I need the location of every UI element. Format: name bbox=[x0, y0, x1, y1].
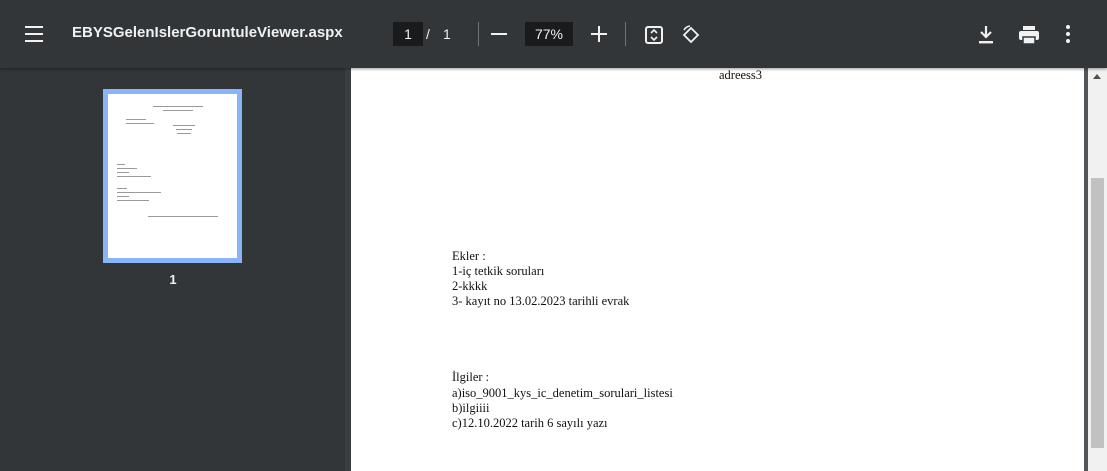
rotate-icon[interactable] bbox=[680, 24, 702, 46]
thumbnail-text-line bbox=[117, 192, 161, 193]
ekler-item: 3- kayıt no 13.02.2023 tarihli evrak bbox=[452, 294, 630, 308]
thumbnail-text-line bbox=[176, 129, 192, 130]
thumbnail-page-label: 1 bbox=[169, 272, 177, 287]
toolbar-divider bbox=[478, 22, 479, 46]
thumbnail-text-line bbox=[148, 216, 218, 217]
fit-page-icon[interactable] bbox=[644, 25, 664, 45]
ilgiler-item: a)iso_9001_kys_ic_denetim_sorulari_liste… bbox=[452, 386, 673, 400]
zoom-level-input[interactable]: 77% bbox=[525, 22, 573, 46]
thumbnail-text-line bbox=[117, 188, 127, 189]
ekler-heading: Ekler : bbox=[452, 249, 486, 263]
ilgiler-item: c)12.10.2022 tarih 6 sayılı yazı bbox=[452, 416, 608, 430]
zoom-out-icon[interactable] bbox=[491, 33, 507, 35]
page-separator: / bbox=[426, 26, 430, 42]
thumbnail-text-line bbox=[117, 168, 137, 169]
thumbnail-text-line bbox=[126, 119, 146, 120]
thumbnail-text-line bbox=[173, 125, 195, 126]
page-thumbnail[interactable] bbox=[103, 89, 242, 263]
ekler-item: 2-kkkk bbox=[452, 279, 488, 293]
thumbnail-text-line bbox=[177, 133, 191, 134]
scroll-up-arrow-icon[interactable] bbox=[1093, 74, 1101, 79]
menu-icon[interactable] bbox=[22, 22, 48, 46]
thumbnail-text-line bbox=[153, 106, 203, 107]
ekler-item: 1-iç tetkik soruları bbox=[452, 264, 545, 278]
page-number-input[interactable]: 1 bbox=[393, 22, 423, 46]
zoom-in-icon[interactable] bbox=[590, 25, 608, 43]
header-address-text: adreess3 bbox=[719, 68, 763, 82]
vertical-scrollbar[interactable] bbox=[1088, 68, 1107, 471]
thumbnail-text-line bbox=[117, 200, 149, 201]
scrollbar-thumb[interactable] bbox=[1091, 178, 1104, 448]
more-options-icon[interactable] bbox=[1064, 24, 1072, 44]
document-title: EBYSGelenIslerGoruntuleViewer.aspx bbox=[72, 24, 343, 41]
print-icon[interactable] bbox=[1018, 25, 1040, 45]
toolbar-divider bbox=[625, 22, 626, 46]
ilgiler-item: b)ilgiiii bbox=[452, 401, 490, 415]
download-icon[interactable] bbox=[977, 25, 995, 45]
pdf-toolbar: EBYSGelenIslerGoruntuleViewer.aspx 1 / 1… bbox=[0, 0, 1107, 68]
thumbnail-text-line bbox=[117, 176, 151, 177]
thumbnail-text-line bbox=[117, 172, 129, 173]
document-page: adreess3 Ekler : 1-iç tetkik soruları 2-… bbox=[351, 68, 1084, 471]
thumbnail-text-line bbox=[126, 123, 154, 124]
thumbnail-text-line bbox=[117, 164, 125, 165]
thumbnail-text-line bbox=[163, 110, 193, 111]
thumbnail-text-line bbox=[117, 196, 129, 197]
ilgiler-heading: İlgiler : bbox=[452, 370, 490, 384]
total-pages: 1 bbox=[443, 26, 451, 42]
